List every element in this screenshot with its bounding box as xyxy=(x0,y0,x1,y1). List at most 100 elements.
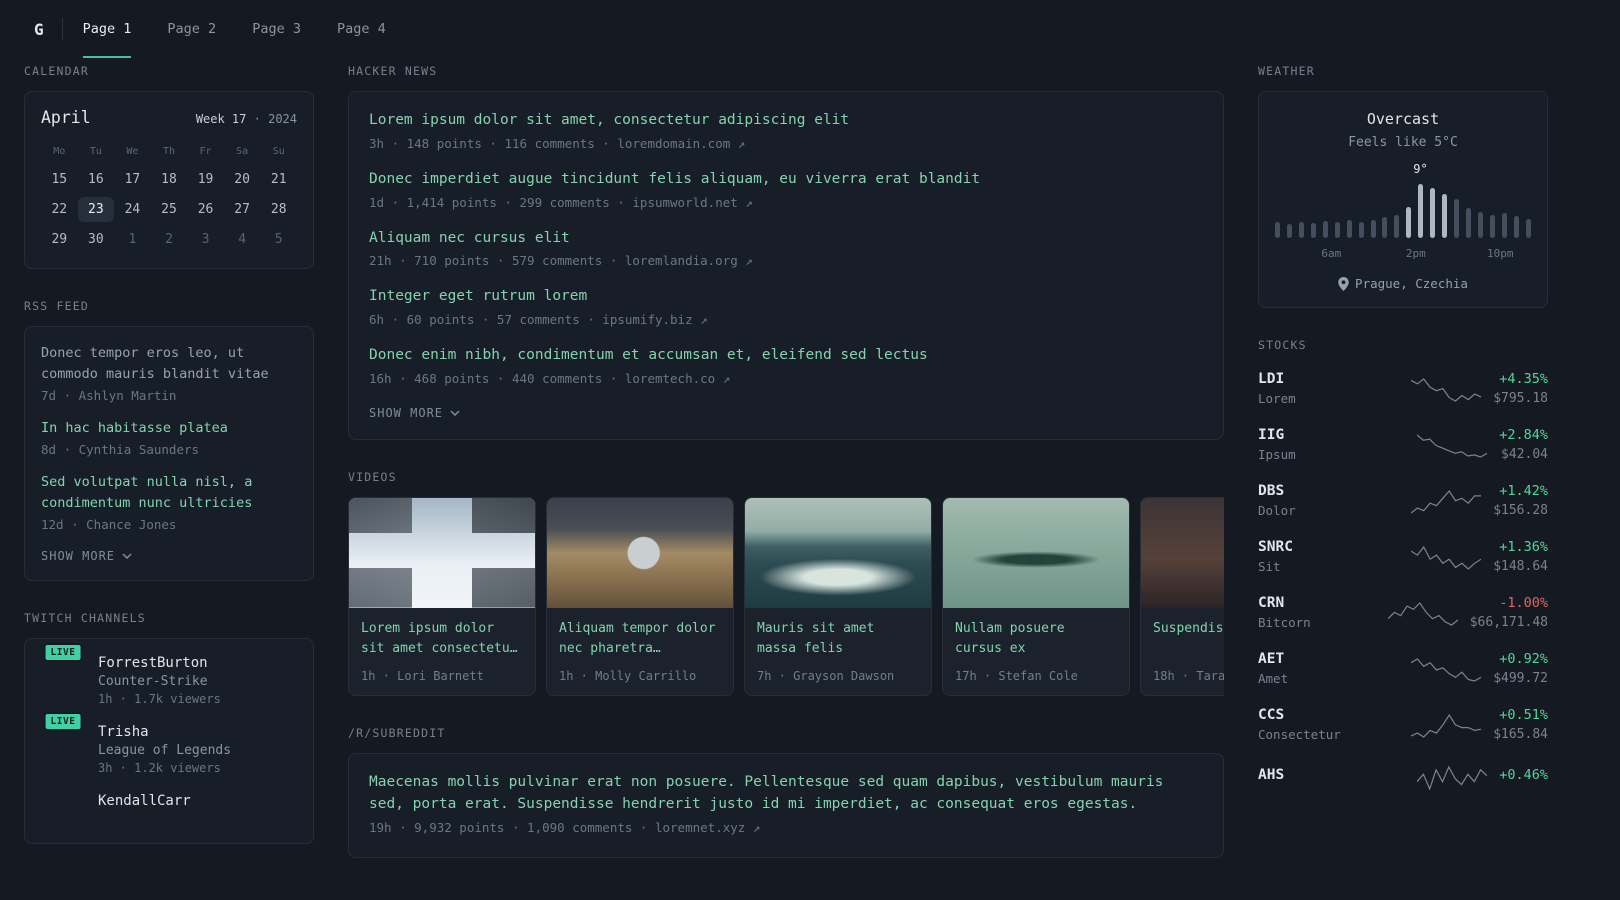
hackernews-section-title: HACKER NEWS xyxy=(348,64,438,78)
story-stats: 3h · 148 points · 116 comments · xyxy=(369,135,618,151)
page-tab-label: Page 2 xyxy=(167,21,217,37)
stock-sparkline xyxy=(1387,601,1458,626)
stock-name: Consectetur xyxy=(1258,727,1341,742)
page-tabs: Page 1 Page 2 Page 3 Page 4 xyxy=(82,0,386,58)
stock-id: CCS Consectetur xyxy=(1258,707,1399,742)
calendar-day-header: Mo xyxy=(53,146,66,157)
dashboard-layout: CALENDAR April Week 17 · 2024 Mo Tu We Th Fr… xyxy=(0,58,1620,888)
calendar-month: April xyxy=(41,108,91,127)
stock-values: +0.46% xyxy=(1499,767,1548,787)
weather-hour-bar xyxy=(1275,222,1280,238)
stock-row[interactable]: LDI Lorem +4.35% $795.18 xyxy=(1258,365,1548,412)
stock-row[interactable]: DBS Dolor +1.42% $156.28 xyxy=(1258,477,1548,524)
stock-sparkline xyxy=(1411,489,1482,513)
video-card[interactable]: Aliquam tempor dolor nec pharetra… 1h · … xyxy=(546,496,734,697)
story-link[interactable]: Donec imperdiet augue tincidunt felis al… xyxy=(369,169,1203,191)
story-domain-link[interactable]: ipsumworld.net ↗ xyxy=(632,195,752,210)
story-link[interactable]: Maecenas mollis pulvinar erat non posuer… xyxy=(369,772,1203,816)
app-logo[interactable]: G xyxy=(24,16,54,43)
twitch-channel-row[interactable]: LIVE Trisha League of Legends 3h · 1.2k … xyxy=(41,711,297,775)
rss-item-meta: 12d · Chance Jones xyxy=(41,516,177,532)
stocks-section-title: STOCKS xyxy=(1258,338,1307,352)
rss-item-link[interactable]: Sed volutpat nulla nisl, a condimentum n… xyxy=(41,472,297,514)
story-domain-link[interactable]: loremlandia.org ↗ xyxy=(625,253,753,268)
twitch-channel-row[interactable]: LIVE ForrestBurton Counter-Strike 1h · 1… xyxy=(41,642,297,706)
rss-item-link[interactable]: Donec tempor eros leo, ut commodo mauris… xyxy=(41,343,297,385)
twitch-channel-row[interactable]: KendallCarr xyxy=(41,793,297,809)
twitch-widget: TWITCH CHANNELS LIVE ForrestBurton Count… xyxy=(24,611,314,844)
video-thumbnail[interactable] xyxy=(745,497,931,608)
calendar-day-header: Sa xyxy=(236,146,249,157)
video-title[interactable]: Suspendisse diam xyxy=(1153,619,1224,659)
story-domain-link[interactable]: loremnet.xyz ↗ xyxy=(655,820,760,835)
page-tab[interactable]: Page 1 xyxy=(82,0,132,58)
rss-item-link[interactable]: In hac habitasse platea xyxy=(41,418,297,439)
header-divider xyxy=(61,18,63,40)
video-meta: 1h · Molly Carrillo xyxy=(559,669,697,684)
video-title[interactable]: Aliquam tempor dolor nec pharetra… xyxy=(559,619,721,659)
page-tab[interactable]: Page 4 xyxy=(337,0,386,58)
stock-sparkline xyxy=(1411,713,1482,738)
story-domain-link[interactable]: loremtech.co ↗ xyxy=(625,371,730,386)
weather-condition: Overcast xyxy=(1366,110,1440,128)
weather-hour-bar xyxy=(1430,188,1436,238)
calendar-day: 21 xyxy=(270,172,287,187)
channel-info: ForrestBurton Counter-Strike 1h · 1.7k v… xyxy=(98,655,221,706)
left-column: CALENDAR April Week 17 · 2024 Mo Tu We Th Fr… xyxy=(24,64,314,874)
video-card[interactable]: Lorem ipsum dolor sit amet consectetu… 1… xyxy=(348,496,536,697)
stock-change: +0.51% xyxy=(1499,707,1548,723)
video-card[interactable]: Mauris sit amet massa felis 7h · Grayson… xyxy=(744,496,932,697)
calendar-day: 18 xyxy=(161,172,177,187)
hackernews-show-more-button[interactable]: SHOW MORE xyxy=(369,406,460,420)
stock-id: SNRC Sit xyxy=(1258,539,1399,574)
calendar-day: 19 xyxy=(197,172,214,187)
story-domain-link[interactable]: ipsumify.biz ↗ xyxy=(602,312,707,327)
rss-show-more-button[interactable]: SHOW MORE xyxy=(41,549,132,563)
stock-row[interactable]: SNRC Sit +1.36% $148.64 xyxy=(1258,533,1548,580)
page-tab[interactable]: Page 3 xyxy=(252,0,301,58)
video-title[interactable]: Mauris sit amet massa felis xyxy=(757,619,919,659)
video-thumbnail[interactable] xyxy=(547,497,733,608)
video-card[interactable]: Suspendisse diam 18h · Tara xyxy=(1140,496,1224,697)
story-stats: 19h · 9,932 points · 1,090 comments · xyxy=(369,819,655,835)
video-title[interactable]: Nullam posuere cursus ex xyxy=(955,619,1117,659)
stock-row[interactable]: CRN Bitcorn -1.00% $66,171.48 xyxy=(1258,589,1548,636)
stock-change: +2.84% xyxy=(1499,427,1548,443)
weather-hour-bar xyxy=(1406,207,1412,238)
stock-name: Sit xyxy=(1258,559,1281,574)
video-title[interactable]: Lorem ipsum dolor sit amet consectetu… xyxy=(361,619,523,659)
weather-hour-bar xyxy=(1310,223,1316,238)
channel-info: Trisha League of Legends 3h · 1.2k viewe… xyxy=(98,724,231,775)
stock-name: Bitcorn xyxy=(1258,615,1311,630)
stock-row[interactable]: AET Amet +0.92% $499.72 xyxy=(1258,645,1548,692)
video-thumbnail[interactable] xyxy=(943,497,1129,608)
calendar-day-selected: 23 xyxy=(77,197,115,222)
external-link-icon: ↗ xyxy=(737,135,746,151)
channel-info: KendallCarr xyxy=(98,793,191,809)
calendar-day: 4 xyxy=(238,232,247,247)
stocks-widget: STOCKS LDI Lorem +4.35% $795.18 IIG Ipsu… xyxy=(1258,338,1548,797)
weather-hour-bar xyxy=(1525,219,1531,238)
channel-name: ForrestBurton xyxy=(98,654,208,671)
video-card[interactable]: Nullam posuere cursus ex 17h · Stefan Co… xyxy=(942,496,1130,697)
stock-symbol: LDI xyxy=(1258,371,1285,387)
stock-price: $795.18 xyxy=(1493,391,1548,406)
calendar-day: 24 xyxy=(124,202,141,217)
stock-id: LDI Lorem xyxy=(1258,371,1399,406)
page-tab[interactable]: Page 2 xyxy=(167,0,216,58)
stock-row[interactable]: IIG Ipsum +2.84% $42.04 xyxy=(1258,421,1548,468)
story-link[interactable]: Donec enim nibh, condimentum et accumsan… xyxy=(369,345,1203,367)
rss-item: In hac habitasse platea 8d · Cynthia Sau… xyxy=(41,418,297,457)
weather-hour-bar xyxy=(1489,215,1495,238)
stock-row[interactable]: AHS +0.46% xyxy=(1258,757,1548,797)
story-link[interactable]: Integer eget rutrum lorem xyxy=(369,286,1203,308)
video-thumbnail[interactable] xyxy=(1141,497,1224,608)
story-domain-link[interactable]: loremdomain.com ↗ xyxy=(617,136,745,151)
video-thumbnail[interactable] xyxy=(349,497,535,608)
story-link[interactable]: Lorem ipsum dolor sit amet, consectetur … xyxy=(369,110,1203,132)
subreddit-list: Maecenas mollis pulvinar erat non posuer… xyxy=(369,772,1203,835)
weather-hour-bar xyxy=(1370,220,1376,238)
story-link[interactable]: Aliquam nec cursus elit xyxy=(369,228,1203,250)
stock-row[interactable]: CCS Consectetur +0.51% $165.84 xyxy=(1258,701,1548,748)
calendar-week-separator: · xyxy=(253,112,261,126)
